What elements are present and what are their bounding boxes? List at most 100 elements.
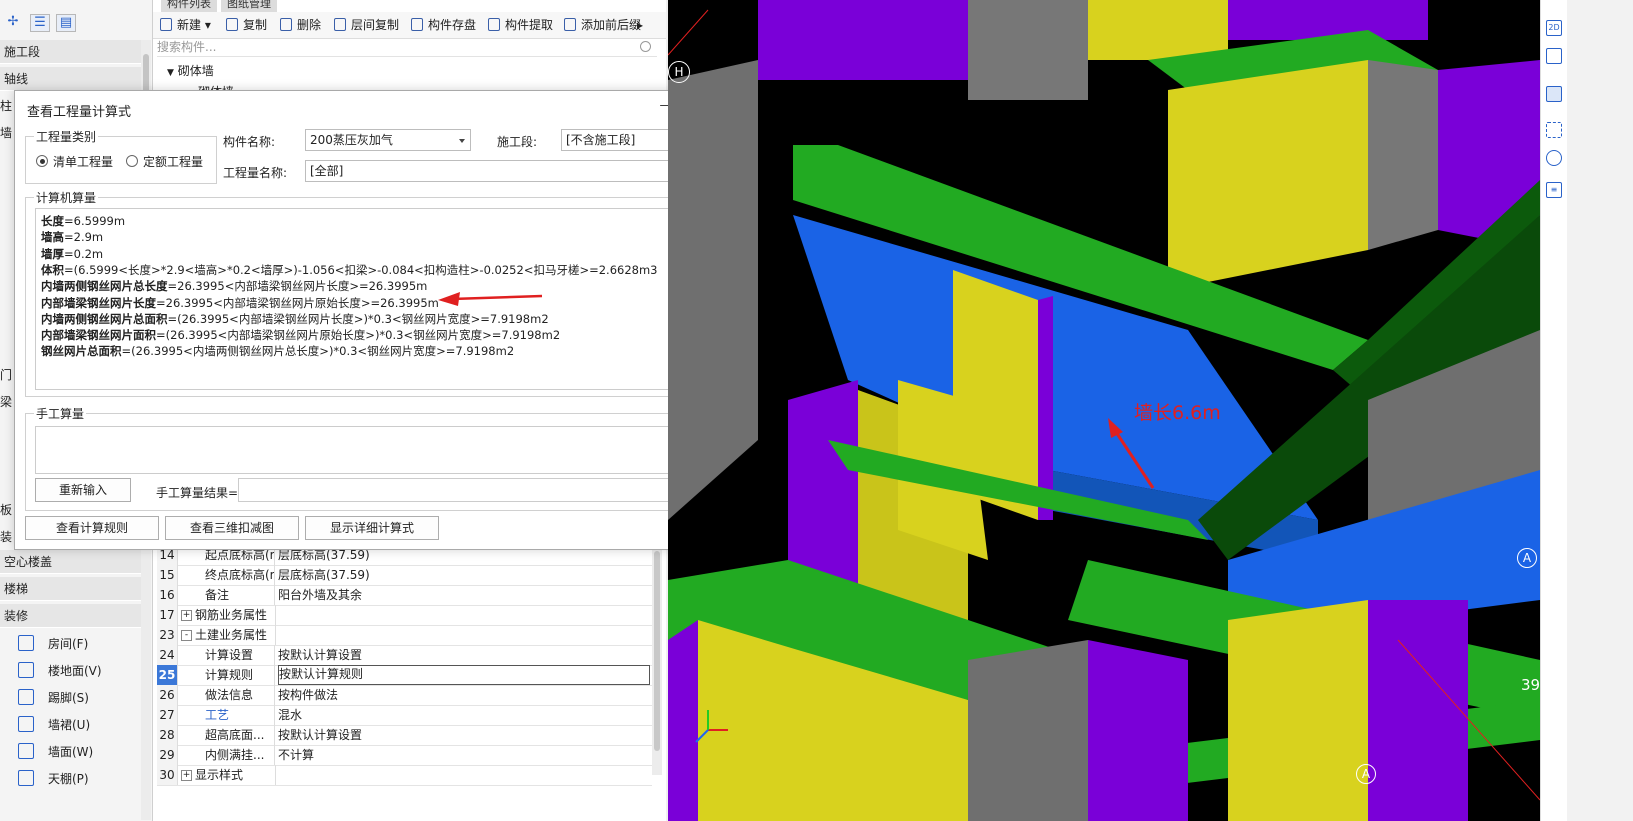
calc-expression: =26.3995<内部墙梁钢丝网片原始长度>=26.3995m xyxy=(156,295,439,310)
component-name-select[interactable]: 200蒸压灰加气 xyxy=(305,129,471,151)
extract-component-button[interactable]: 构件提取 xyxy=(487,16,553,34)
manual-result-input[interactable] xyxy=(238,478,718,502)
axis-marker-a-lower: A xyxy=(1356,764,1376,784)
nav-item-room[interactable]: 房间(F) xyxy=(16,630,146,656)
nav-item-label: 楼地面(V) xyxy=(48,664,102,678)
nav-section-column[interactable]: 柱 xyxy=(0,96,14,116)
radio-label: 定额工程量 xyxy=(143,155,204,169)
3d-building-model[interactable] xyxy=(668,0,1540,821)
property-value[interactable]: 按默认计算设置 xyxy=(278,645,650,665)
cube-icon[interactable] xyxy=(1546,86,1562,102)
collapse-arrow-icon[interactable]: ▼ xyxy=(167,68,174,78)
manual-calc-textarea[interactable] xyxy=(35,426,720,474)
floor-copy-icon xyxy=(334,18,346,31)
nav-section-stairs[interactable]: 楼梯 xyxy=(0,577,142,601)
tab-drawing-manager[interactable]: 图纸管理 xyxy=(221,0,277,12)
nav-item-wall-surface[interactable]: 墙面(W) xyxy=(16,738,146,764)
property-row[interactable]: 16 备注 阳台外墙及其余 xyxy=(157,585,652,606)
calc-formula-textarea[interactable]: 长度=6.5999m 墙高=2.9m 墙厚=0.2m 体积=(6.5999<长度>*2… xyxy=(35,208,720,390)
detail-view-icon[interactable]: ▤ xyxy=(56,14,76,32)
property-value[interactable]: 按构件做法 xyxy=(278,685,650,705)
nav-item-ceiling[interactable]: 天棚(P) xyxy=(16,765,146,791)
layers-icon[interactable]: ≡ xyxy=(1546,182,1562,198)
property-value[interactable]: 按默认计算规则 xyxy=(278,665,650,685)
computer-calc-label: 计算机算量 xyxy=(34,189,99,206)
property-name-text: 内侧满挂... xyxy=(205,748,265,762)
tab-component-list[interactable]: 构件列表 xyxy=(161,0,217,12)
property-value[interactable]: 不计算 xyxy=(278,745,650,765)
property-name-text: 起点底标高(m) xyxy=(205,548,274,562)
property-value[interactable] xyxy=(278,625,650,645)
wall-surface-icon xyxy=(18,743,34,759)
expand-icon[interactable]: + xyxy=(181,610,192,621)
search-icon[interactable] xyxy=(640,41,651,52)
nav-section-hollow-floor[interactable]: 空心楼盖 xyxy=(0,550,142,574)
fullscreen-icon[interactable] xyxy=(1546,122,1562,138)
list-view-icon[interactable]: ☰ xyxy=(30,14,50,32)
show-detail-formula-button[interactable]: 显示详细计算式 xyxy=(305,516,439,540)
pin-icon[interactable]: ✢ xyxy=(4,14,22,30)
nav-section-decoration[interactable]: 装修 xyxy=(0,604,142,628)
reinput-button[interactable]: 重新输入 xyxy=(35,478,131,502)
nav-item-label: 房间(F) xyxy=(48,637,89,651)
property-row[interactable]: 24 计算设置 按默认计算设置 xyxy=(157,645,652,666)
view-calc-rules-button[interactable]: 查看计算规则 xyxy=(25,516,159,540)
radio-list-quantity[interactable]: 清单工程量 xyxy=(36,155,113,169)
nav-section-door[interactable]: 门 xyxy=(0,365,14,385)
prefix-suffix-icon xyxy=(564,18,576,31)
property-value[interactable]: 按默认计算设置 xyxy=(278,725,650,745)
property-name-text: 计算设置 xyxy=(205,648,254,662)
component-name-value: 200蒸压灰加气 xyxy=(310,133,393,147)
property-row[interactable]: 28 超高底面... 按默认计算设置 xyxy=(157,725,652,746)
search-input[interactable]: 搜索构件... xyxy=(157,38,657,57)
floor-copy-label: 层间复制 xyxy=(351,18,400,32)
collapse-icon[interactable]: - xyxy=(181,630,192,641)
property-value[interactable]: 层底标高(37.59) xyxy=(278,565,650,585)
property-row[interactable]: 26 做法信息 按构件做法 xyxy=(157,685,652,706)
expand-icon[interactable]: + xyxy=(181,770,192,781)
property-row[interactable]: 25 计算规则 按默认计算规则 xyxy=(157,665,652,686)
property-name: 超高底面... xyxy=(181,725,275,745)
property-value[interactable] xyxy=(278,605,650,625)
nav-item-skirting[interactable]: 踢脚(S) xyxy=(16,684,146,710)
calc-quantity-name: 内部墙梁钢丝网片面积 xyxy=(41,328,156,343)
property-row[interactable]: 15 终点底标高(m) 层底标高(37.59) xyxy=(157,565,652,586)
quantity-name-select[interactable]: [全部] xyxy=(305,160,727,182)
nav-section-slab[interactable]: 板 xyxy=(0,500,14,520)
nav-item-label: 墙面(W) xyxy=(48,745,94,759)
tree-node-masonry-wall[interactable]: ▼ 砌体墙 xyxy=(167,62,214,79)
new-button[interactable]: 新建 ▾ xyxy=(159,16,211,34)
view-3d-deduction-button[interactable]: 查看三维扣减图 xyxy=(165,516,299,540)
toolbar-overflow-button[interactable]: ▸ xyxy=(637,16,643,34)
copy-button[interactable]: 复制 xyxy=(225,16,267,34)
nav-section-decor-short[interactable]: 装 xyxy=(0,527,14,547)
nav-section-wall[interactable]: 墙 xyxy=(0,123,14,143)
add-prefix-suffix-button[interactable]: 添加前后缀 xyxy=(563,16,641,34)
2d-view-icon[interactable]: 2D xyxy=(1546,20,1562,36)
scrollbar-thumb[interactable] xyxy=(654,551,660,751)
property-row-number: 27 xyxy=(157,705,178,725)
floor-copy-button[interactable]: 层间复制 xyxy=(333,16,399,34)
property-value[interactable] xyxy=(278,765,650,785)
property-row-number: 29 xyxy=(157,745,178,765)
property-row[interactable]: 17 + 钢筋业务属性 xyxy=(157,605,652,626)
nav-section-beam[interactable]: 梁 xyxy=(0,392,14,412)
3d-box-icon[interactable] xyxy=(1546,48,1562,64)
nav-section-axis[interactable]: 轴线 xyxy=(0,67,142,91)
nav-section-stage[interactable]: 施工段 xyxy=(0,40,142,64)
rotate-icon[interactable] xyxy=(1546,150,1562,166)
save-component-button[interactable]: 构件存盘 xyxy=(410,16,476,34)
calc-quantity-name: 墙厚 xyxy=(41,246,64,261)
property-row[interactable]: 30 + 显示样式 xyxy=(157,765,652,786)
nav-item-floor[interactable]: 楼地面(V) xyxy=(16,657,146,683)
3d-model-viewport[interactable]: 墙长6.6m 39200 H A A xyxy=(668,0,1540,821)
radio-quota-quantity[interactable]: 定额工程量 xyxy=(126,155,203,169)
property-row[interactable]: 23- 土建业务属性 xyxy=(157,625,652,646)
property-scrollbar[interactable] xyxy=(652,545,662,775)
property-value[interactable]: 阳台外墙及其余 xyxy=(278,585,650,605)
property-value[interactable]: 混水 xyxy=(278,705,650,725)
delete-button[interactable]: 删除 xyxy=(279,16,321,34)
property-row[interactable]: 29 内侧满挂... 不计算 xyxy=(157,745,652,766)
property-row[interactable]: 27 工艺 混水 xyxy=(157,705,652,726)
nav-item-dado[interactable]: 墙裙(U) xyxy=(16,711,146,737)
